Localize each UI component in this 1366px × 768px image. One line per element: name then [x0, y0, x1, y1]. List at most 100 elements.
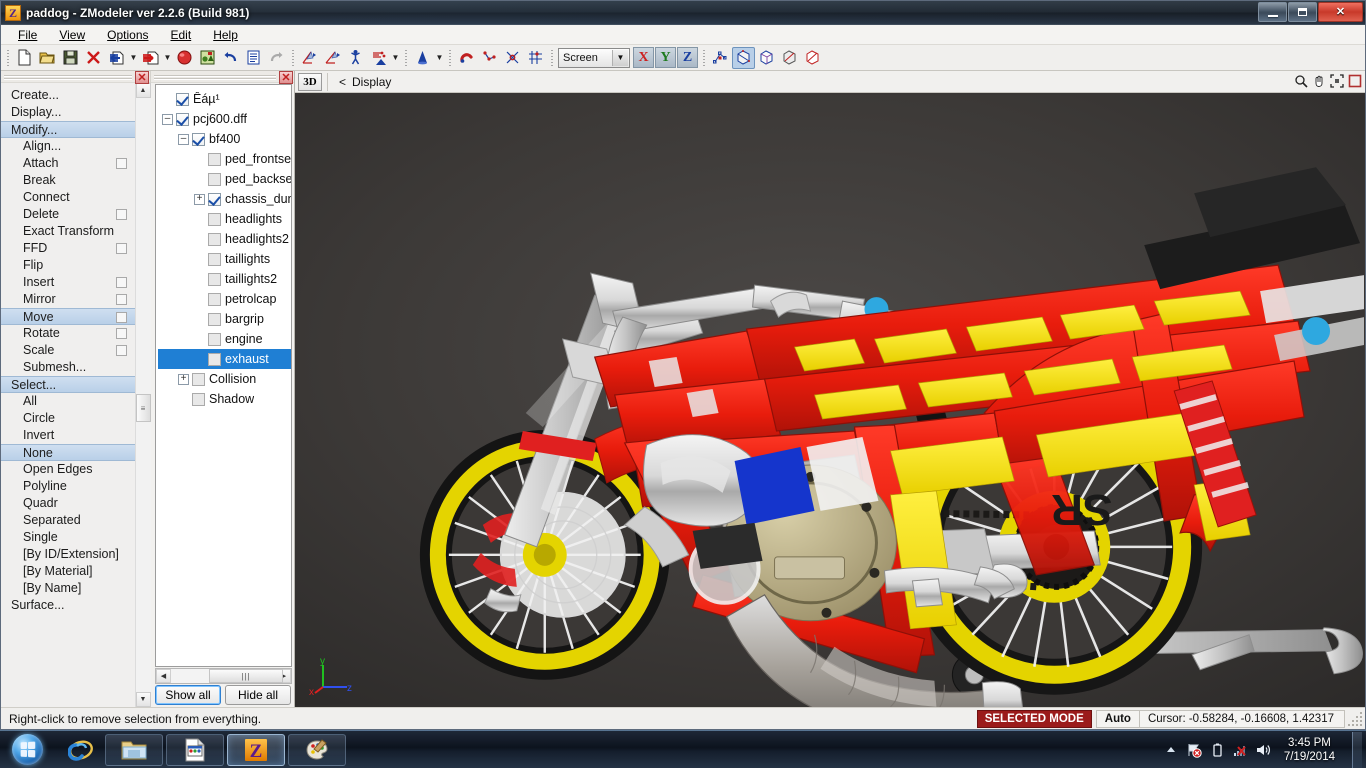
edge-snap-icon[interactable]: [501, 47, 524, 69]
command-item-scale[interactable]: Scale: [1, 342, 135, 359]
zmodeler-icon[interactable]: Z: [227, 733, 285, 766]
command-item-connect[interactable]: Connect: [1, 189, 135, 206]
tree-node-chassis-dummy[interactable]: + chassis_dummy: [158, 189, 291, 209]
command-item-checkbox[interactable]: [116, 345, 127, 356]
command-item-by-name[interactable]: [By Name]: [1, 580, 135, 597]
command-item-align[interactable]: Align...: [1, 138, 135, 155]
tree-node-checkbox[interactable]: [208, 312, 221, 326]
hscrollbar-track[interactable]: |||: [171, 669, 283, 683]
command-item-checkbox[interactable]: [116, 328, 127, 339]
axis-toggle-x[interactable]: X: [633, 47, 654, 68]
cone-primitive-icon[interactable]: [411, 47, 434, 69]
command-item-insert[interactable]: Insert: [1, 274, 135, 291]
network-disconnected-icon[interactable]: [1232, 742, 1248, 758]
maximize-view-icon[interactable]: [1346, 72, 1363, 90]
tree-node-[interactable]: Êáµ¹: [158, 89, 291, 109]
command-item-invert[interactable]: Invert: [1, 427, 135, 444]
chevron-left-icon[interactable]: ◀: [156, 669, 171, 683]
tree-node-checkbox[interactable]: [176, 92, 189, 106]
toolbar-grip-4[interactable]: [447, 47, 453, 68]
command-item-select[interactable]: Select...: [1, 376, 135, 393]
tree-node-checkbox[interactable]: [208, 172, 221, 186]
export-icon[interactable]: [139, 47, 162, 69]
grid-snap-icon[interactable]: [524, 47, 547, 69]
coordinate-system-select[interactable]: Screen ▼: [558, 47, 630, 68]
tree-node-checkbox[interactable]: [208, 192, 221, 206]
menu-view[interactable]: View: [48, 26, 96, 44]
toolbar-grip[interactable]: [5, 47, 11, 68]
pan-hand-icon[interactable]: [1310, 72, 1327, 90]
tree-node-checkbox[interactable]: [208, 292, 221, 306]
zoom-magnifier-icon[interactable]: [1292, 72, 1309, 90]
object-tree-hscrollbar[interactable]: ◀ ||| ▶: [155, 668, 292, 684]
toolbar-grip-3[interactable]: [403, 47, 409, 68]
command-item-polyline[interactable]: Polyline: [1, 478, 135, 495]
expand-plus-icon[interactable]: +: [194, 193, 205, 205]
taskbar-clock[interactable]: 3:45 PM 7/19/2014: [1278, 736, 1343, 764]
window-resize-grip[interactable]: [1347, 710, 1363, 727]
start-button[interactable]: [2, 732, 52, 768]
pivot-icon[interactable]: [709, 47, 732, 69]
cube-outline-icon[interactable]: [801, 47, 824, 69]
command-item-flip[interactable]: Flip: [1, 257, 135, 274]
command-item-display[interactable]: Display...: [1, 104, 135, 121]
document-window-icon[interactable]: [166, 733, 224, 766]
viewport-3d[interactable]: SR y z x: [295, 93, 1365, 707]
command-item-move[interactable]: Move: [1, 308, 135, 325]
show-all-button[interactable]: Show all: [155, 685, 221, 705]
command-item-by-material[interactable]: [By Material]: [1, 563, 135, 580]
open-folder-icon[interactable]: [36, 47, 59, 69]
toolbar-grip-2[interactable]: [290, 47, 296, 68]
cube-wire-icon[interactable]: [755, 47, 778, 69]
command-item-separated[interactable]: Separated: [1, 512, 135, 529]
command-item-surface[interactable]: Surface...: [1, 597, 135, 614]
menu-options[interactable]: Options: [96, 26, 159, 44]
axis-toggle-y[interactable]: Y: [655, 47, 676, 68]
command-item-by-id-extension[interactable]: [By ID/Extension]: [1, 546, 135, 563]
magnet-snap-icon[interactable]: [455, 47, 478, 69]
tree-panel-titlebar[interactable]: ✕: [151, 71, 294, 84]
import-icon[interactable]: [105, 47, 128, 69]
command-item-submesh[interactable]: Submesh...: [1, 359, 135, 376]
tree-node-collision[interactable]: + Collision: [158, 369, 291, 389]
tree-node-checkbox[interactable]: [208, 252, 221, 266]
scrollbar-thumb[interactable]: ≡: [135, 394, 151, 422]
tree-panel-close-icon[interactable]: ✕: [279, 71, 293, 84]
command-panel-close-icon[interactable]: ✕: [135, 71, 149, 84]
command-item-attach[interactable]: Attach: [1, 155, 135, 172]
object-tree-scroll[interactable]: Êáµ¹–pcj600.dff–bf400ped_frontseatped_ba…: [155, 84, 292, 667]
command-item-checkbox[interactable]: [116, 158, 127, 169]
command-item-none[interactable]: None: [1, 444, 135, 461]
tree-node-checkbox[interactable]: [208, 352, 221, 366]
hide-all-button[interactable]: Hide all: [225, 685, 291, 705]
tree-node-pcj600-dff[interactable]: – pcj600.dff: [158, 109, 291, 129]
action-center-flag-icon[interactable]: [1186, 742, 1202, 758]
command-item-create[interactable]: Create...: [1, 87, 135, 104]
cube-shaded-icon[interactable]: [732, 46, 755, 69]
chevron-down-icon[interactable]: ▼: [612, 49, 628, 66]
command-item-all[interactable]: All: [1, 393, 135, 410]
vertex-snap-icon[interactable]: [478, 47, 501, 69]
volume-speaker-icon[interactable]: [1255, 742, 1271, 758]
maximize-button[interactable]: [1288, 2, 1317, 22]
command-item-rotate[interactable]: Rotate: [1, 325, 135, 342]
toolbar-grip-6[interactable]: [701, 47, 707, 68]
poly-mode-dropdown-arrow-icon[interactable]: ▼: [390, 47, 401, 69]
show-hidden-icons-arrow[interactable]: [1163, 742, 1179, 758]
command-panel-titlebar[interactable]: ✕: [1, 71, 150, 84]
tree-node-checkbox[interactable]: [192, 372, 205, 386]
command-item-open-edges[interactable]: Open Edges: [1, 461, 135, 478]
axis-toggle-z[interactable]: Z: [677, 47, 698, 68]
command-item-delete[interactable]: Delete: [1, 206, 135, 223]
collapse-minus-icon[interactable]: –: [178, 133, 189, 145]
expand-plus-icon[interactable]: +: [178, 373, 189, 385]
tree-node-bf400[interactable]: – bf400: [158, 129, 291, 149]
properties-icon[interactable]: [242, 47, 265, 69]
poly-mode-icon[interactable]: [367, 47, 390, 69]
command-item-modify[interactable]: Modify...: [1, 121, 135, 138]
tree-node-taillights2[interactable]: taillights2: [158, 269, 291, 289]
tree-node-headlights[interactable]: headlights: [158, 209, 291, 229]
object-mode-icon[interactable]: [344, 47, 367, 69]
close-button[interactable]: ✕: [1318, 2, 1363, 22]
tree-node-exhaust[interactable]: exhaust: [158, 349, 291, 369]
